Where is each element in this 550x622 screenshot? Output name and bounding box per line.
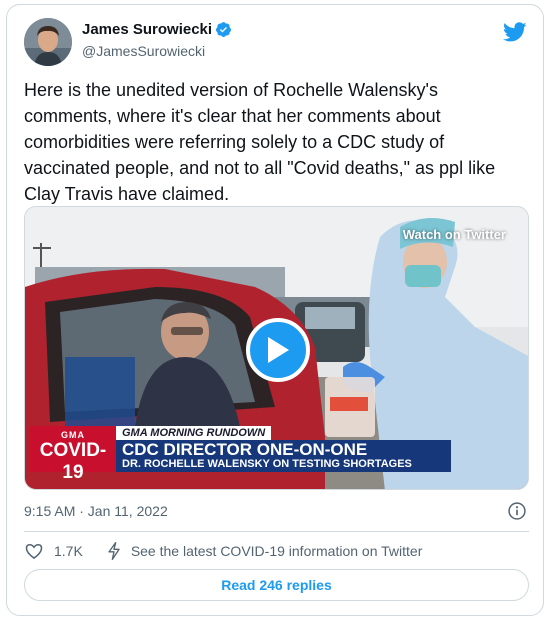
news-headline: CDC DIRECTOR ONE-ON-ONE [122, 440, 368, 459]
twitter-bird-icon[interactable] [503, 20, 527, 44]
author-name[interactable]: James Surowiecki [82, 21, 212, 38]
info-icon[interactable] [507, 501, 527, 521]
play-icon [268, 337, 289, 363]
heart-icon[interactable] [24, 541, 44, 561]
author-name-row[interactable]: James Surowiecki [82, 21, 232, 38]
segment-label: GMA MORNING RUNDOWN [116, 426, 272, 440]
headline-bar: CDC DIRECTOR ONE-ON-ONE DR. ROCHELLE WAL… [116, 440, 451, 472]
lightning-icon [108, 542, 120, 560]
watch-on-twitter-link[interactable]: Watch on Twitter [403, 227, 506, 242]
tweet-card: James Surowiecki @JamesSurowiecki Here i… [6, 4, 544, 616]
person-avatar-icon [24, 18, 72, 66]
tweet-timestamp[interactable]: 9:15 AM · Jan 11, 2022 [24, 503, 168, 519]
tweet-text: Here is the unedited version of Rochelle… [24, 80, 496, 204]
video-player[interactable]: Watch on Twitter GMA COVID-19 GMA MORNIN… [24, 206, 529, 490]
network-label: GMA [61, 430, 85, 440]
covid-info-link[interactable]: See the latest COVID-19 information on T… [131, 543, 423, 559]
action-bar: 1.7K See the latest COVID-19 information… [24, 541, 422, 561]
play-button[interactable] [246, 318, 310, 382]
verified-badge-icon [216, 22, 232, 37]
author-handle[interactable]: @JamesSurowiecki [82, 43, 205, 59]
read-replies-button[interactable]: Read 246 replies [24, 569, 529, 601]
covid-badge: GMA COVID-19 [30, 426, 116, 483]
author-avatar[interactable] [24, 18, 72, 66]
like-count[interactable]: 1.7K [54, 543, 83, 559]
news-subhead: DR. ROCHELLE WALENSKY ON TESTING SHORTAG… [122, 458, 412, 470]
divider [24, 531, 529, 532]
covid-label: COVID-19 [39, 440, 107, 483]
news-lower-third: GMA COVID-19 GMA MORNING RUNDOWN CDC DIR… [25, 426, 528, 483]
